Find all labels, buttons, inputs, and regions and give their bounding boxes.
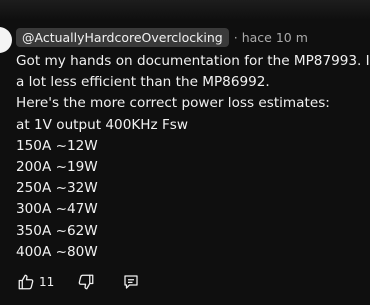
like-count: 11: [39, 275, 55, 289]
comment-line: 300A ~47W: [16, 201, 98, 218]
comment-line: Here's the more correct power loss estim…: [16, 95, 330, 112]
comment-text: Got my hands on documentation for the MP…: [16, 51, 370, 263]
comment-icon[interactable]: [121, 272, 141, 292]
comment-line: 400A ~80W: [16, 243, 98, 260]
comment-line: 150A ~12W: [16, 137, 98, 154]
comment-line: Got my hands on documentation for the MP…: [16, 53, 370, 69]
comment-actions: 11: [16, 272, 141, 292]
comment-line: 200A ~19W: [16, 159, 98, 176]
top-fade: [0, 0, 370, 20]
author-handle[interactable]: @ActuallyHardcoreOverclocking: [16, 28, 229, 47]
comment-line: 350A ~62W: [16, 222, 98, 239]
thumbs-down-icon[interactable]: [76, 272, 96, 292]
comment-header: @ActuallyHardcoreOverclocking · hace 10 …: [16, 27, 366, 48]
comment: @ActuallyHardcoreOverclocking · hace 10 …: [16, 27, 370, 263]
avatar[interactable]: [0, 27, 12, 53]
comment-line: 250A ~32W: [16, 180, 98, 197]
thumbs-up-icon[interactable]: [16, 272, 36, 292]
comment-line: at 1V output 400KHz Fsw: [16, 116, 188, 133]
comment-time[interactable]: · hace 10 m: [234, 30, 308, 45]
comment-line: a lot less efficient than the MP86992.: [16, 74, 270, 91]
